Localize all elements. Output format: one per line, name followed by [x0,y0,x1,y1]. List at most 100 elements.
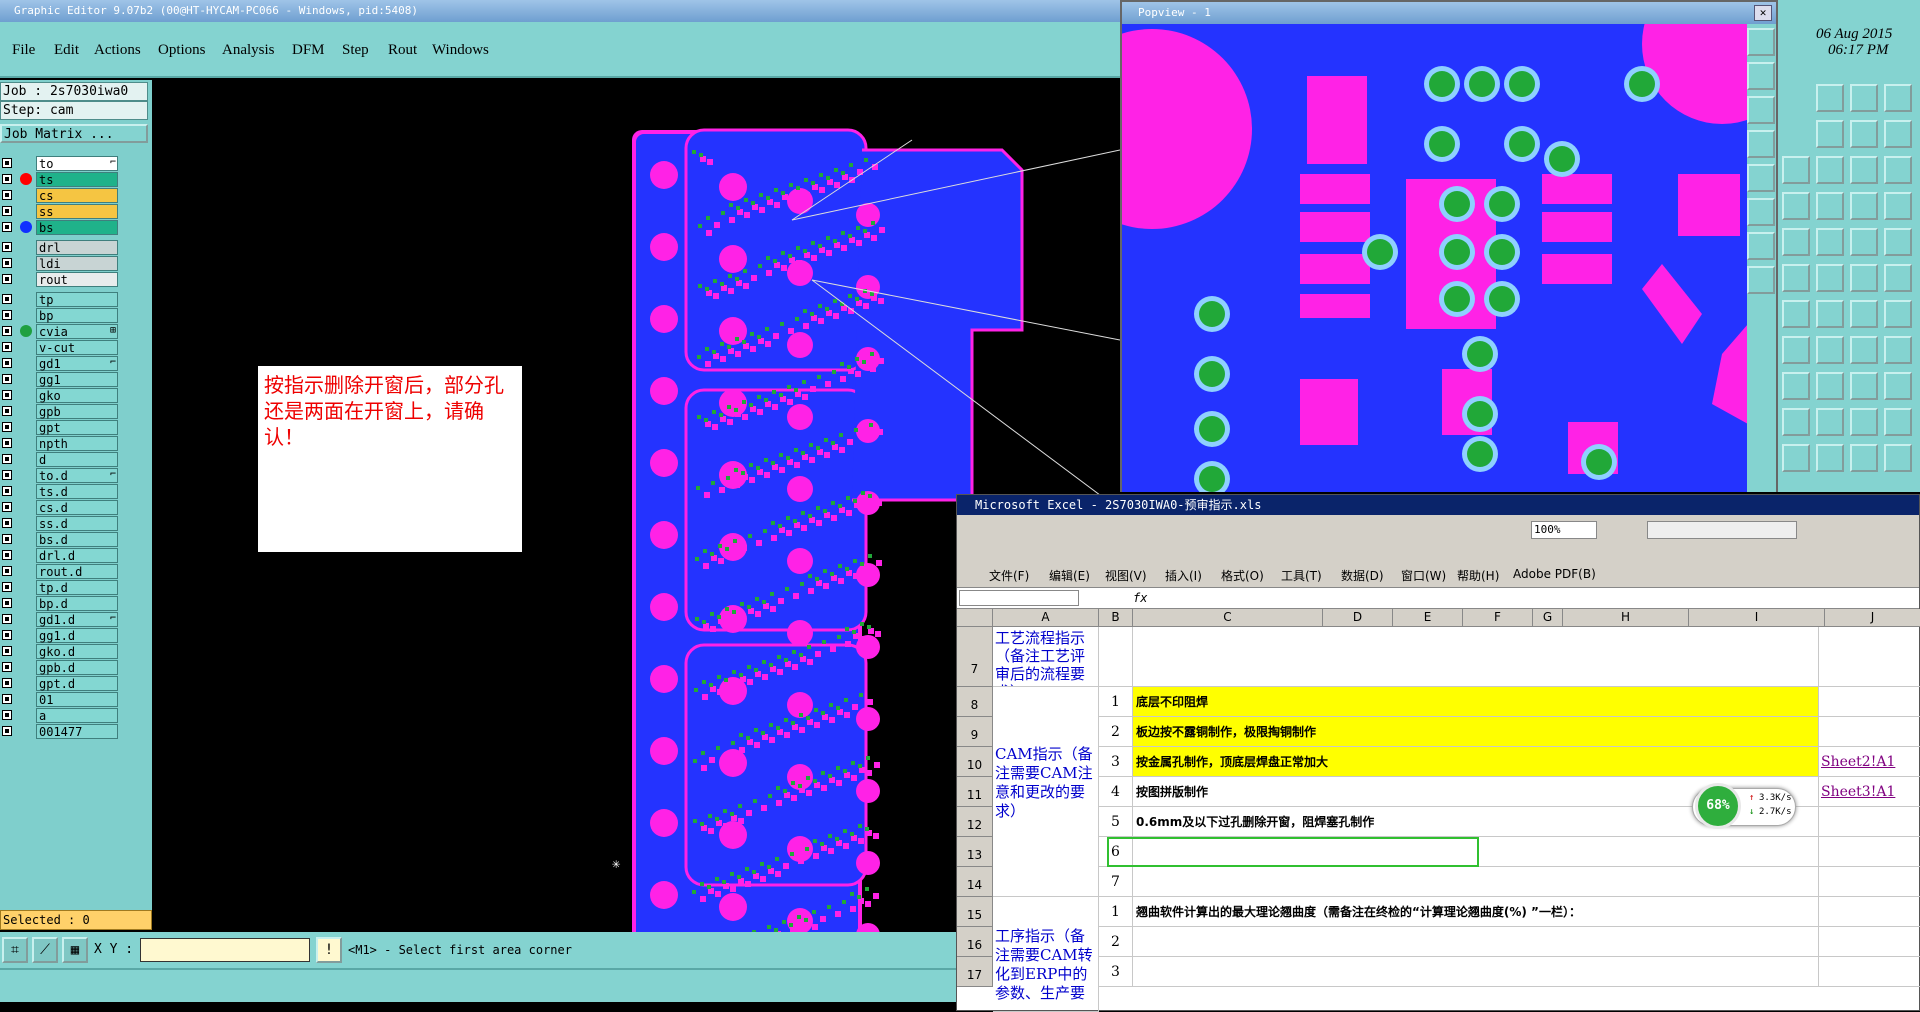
layer-row[interactable]: gpb [0,404,120,419]
layer-row[interactable]: npth [0,436,120,451]
layer-checkbox[interactable] [2,662,12,672]
layer-checkbox[interactable] [2,206,12,216]
layer-row[interactable]: a [0,708,120,723]
tool-icon[interactable] [1850,120,1878,148]
column-header[interactable]: F [1463,609,1533,627]
cell-j[interactable] [1819,687,1920,717]
tool-icon[interactable] [1884,156,1912,184]
layer-checkbox[interactable] [2,566,12,576]
row-header[interactable]: 16 [957,927,993,957]
layer-checkbox[interactable] [2,486,12,496]
layer-name[interactable]: gpb [36,404,118,419]
layer-name[interactable]: gko.d [36,644,118,659]
cell-j[interactable] [1819,807,1920,837]
layer-checkbox[interactable] [2,342,12,352]
excel-menu-item[interactable]: 格式(O) [1221,567,1264,584]
cell-c[interactable] [1133,627,1819,687]
row-header[interactable]: 7 [957,627,993,687]
menu-file[interactable]: File [12,42,35,59]
cell-j[interactable]: Sheet2!A1 [1819,747,1920,777]
cell-c[interactable] [1133,957,1819,987]
close-icon[interactable]: ✕ [1754,5,1772,21]
tool-icon[interactable] [1850,228,1878,256]
layer-row[interactable]: gg1.d [0,628,120,643]
layer-row[interactable]: rout.d [0,564,120,579]
tool-icon[interactable] [1850,84,1878,112]
cell-b[interactable]: 5 [1099,807,1133,837]
layer-checkbox[interactable] [2,190,12,200]
cell-b[interactable]: 1 [1099,687,1133,717]
menu-step[interactable]: Step [342,42,369,59]
cell-b[interactable]: 4 [1099,777,1133,807]
cell-c[interactable] [1133,927,1819,957]
cell-c[interactable]: 板边按不露铜制作，极限掏铜制作 [1133,717,1819,747]
column-header[interactable]: J [1825,609,1920,627]
row-header[interactable]: 17 [957,957,993,987]
tool-icon[interactable] [1884,300,1912,328]
layer-checkbox[interactable] [2,174,12,184]
tool-icon[interactable] [1850,444,1878,472]
layer-name[interactable]: ts.d [36,484,118,499]
pop-tool-icon[interactable] [1747,232,1775,260]
pop-tool-icon[interactable] [1747,96,1775,124]
tool-icon[interactable] [1884,228,1912,256]
layer-checkbox[interactable] [2,294,12,304]
layer-name[interactable]: cvia [36,324,118,339]
layer-row[interactable]: ldi [0,256,120,271]
excel-menu-item[interactable]: 插入(I) [1165,567,1202,584]
tool-icon[interactable] [1816,228,1844,256]
grid-icon[interactable]: ▦ [62,937,88,963]
excel-menu-item[interactable]: 帮助(H) [1457,567,1499,584]
layer-checkbox[interactable] [2,678,12,688]
layer-row[interactable]: to.d ⌐ [0,468,120,483]
tool-icon[interactable] [1816,336,1844,364]
layer-name[interactable]: 01 [36,692,118,707]
layer-name[interactable]: rout.d [36,564,118,579]
pop-tool-icon[interactable] [1747,62,1775,90]
row-header[interactable]: 14 [957,867,993,897]
layer-name[interactable]: bp [36,308,118,323]
row-header[interactable]: 12 [957,807,993,837]
process-instruction-label[interactable]: 工序指示（备注需要CAM转化到ERP中的参数、生产要 [993,897,1099,1012]
tool-icon[interactable] [1850,336,1878,364]
layer-row[interactable]: cs [0,188,120,203]
tool-icon[interactable] [1850,300,1878,328]
layer-row[interactable]: tp [0,292,120,307]
tool-icon[interactable] [1816,444,1844,472]
layer-name[interactable]: gg1 [36,372,118,387]
tool-icon[interactable] [1850,264,1878,292]
layer-name[interactable]: cs.d [36,500,118,515]
cell-j[interactable]: Sheet3!A1 [1819,777,1920,807]
tool-icon[interactable] [1850,408,1878,436]
column-header[interactable]: C [1133,609,1323,627]
cell-b[interactable]: 1 [1099,897,1133,927]
cell-c[interactable]: 按金属孔制作，顶底层焊盘正常加大 [1133,747,1819,777]
cell-j[interactable] [1819,837,1920,867]
layer-row[interactable]: cvia ⊞ [0,324,120,339]
layer-name[interactable]: tp [36,292,118,307]
zoom-select[interactable]: 100% [1531,521,1597,539]
layer-checkbox[interactable] [2,222,12,232]
tool-icon[interactable] [1816,372,1844,400]
tool-icon[interactable] [1884,408,1912,436]
cell-j[interactable] [1819,627,1920,687]
tool-icon[interactable] [1884,264,1912,292]
layer-row[interactable]: rout [0,272,120,287]
pop-tool-icon[interactable] [1747,28,1775,56]
tool-icon[interactable] [1782,372,1810,400]
cell-j[interactable] [1819,897,1920,927]
tool-icon[interactable] [1782,444,1810,472]
cell-b[interactable] [1099,627,1133,687]
tool-icon[interactable] [1816,408,1844,436]
layer-row[interactable]: 01 [0,692,120,707]
menu-edit[interactable]: Edit [54,42,79,59]
menu-windows[interactable]: Windows [432,42,489,59]
layer-checkbox[interactable] [2,390,12,400]
tool-icon[interactable] [1782,192,1810,220]
layer-checkbox[interactable] [2,598,12,608]
menu-dfm[interactable]: DFM [292,42,325,59]
layer-row[interactable]: cs.d [0,500,120,515]
excel-menu-item[interactable]: 文件(F) [989,567,1029,584]
layer-name[interactable]: bs [36,220,118,235]
menu-analysis[interactable]: Analysis [222,42,275,59]
